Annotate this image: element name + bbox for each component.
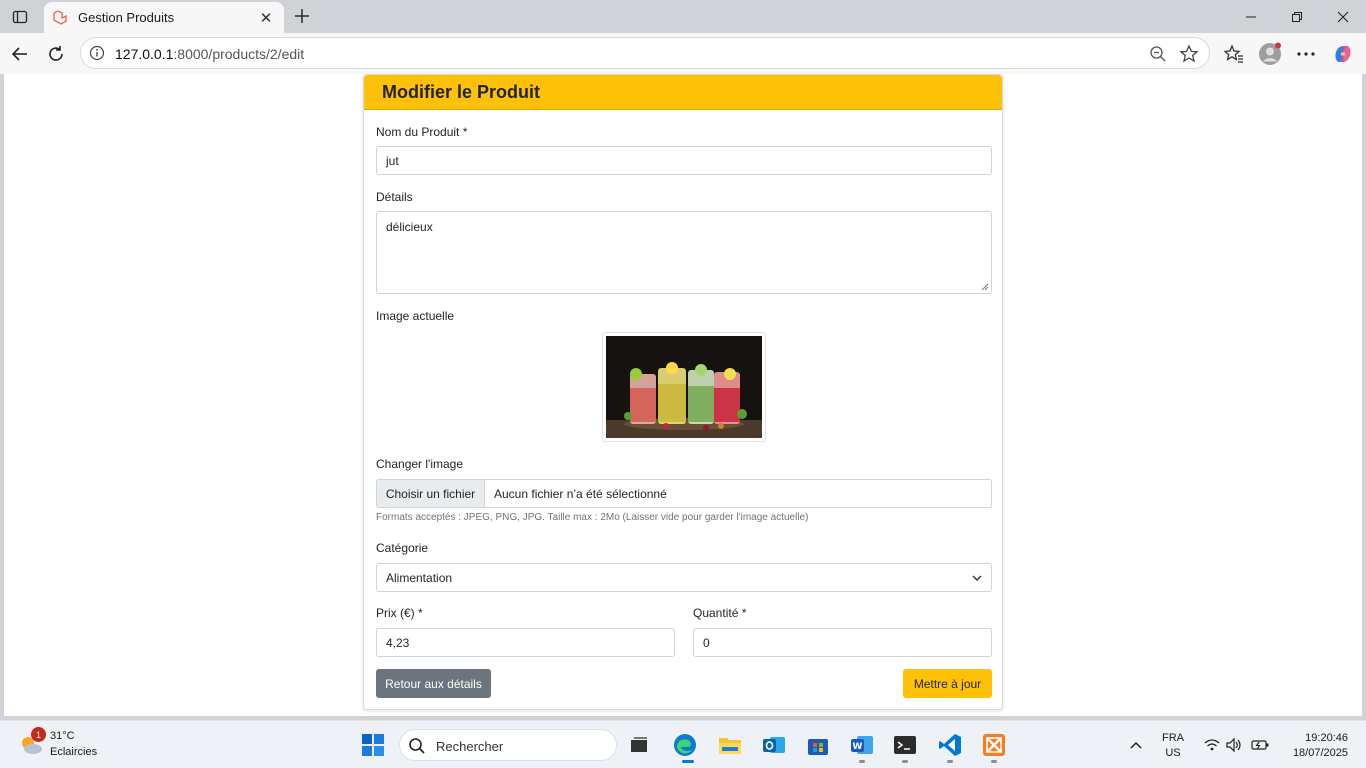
category-label: Catégorie [376,541,429,555]
edit-product-card: Modifier le Produit Nom du Produit * jut… [363,74,1003,710]
vscode-icon[interactable] [938,733,962,757]
terminal-icon[interactable] [893,733,917,757]
browser-tab[interactable]: Gestion Produits ✕ [44,2,284,33]
chevron-down-icon [972,574,982,581]
edge-browser-icon[interactable] [673,733,697,757]
favorites-icon[interactable] [1222,42,1246,66]
favorite-star-icon[interactable] [1179,44,1199,64]
new-tab-icon[interactable] [290,4,314,28]
no-file-text: Aucun fichier n’a été sélectionné [494,486,667,501]
word-icon[interactable]: W [850,733,874,757]
choose-file-button[interactable]: Choisir un fichier [377,480,485,507]
page-title: Modifier le Produit [382,81,541,102]
xampp-icon[interactable] [982,733,1006,757]
battery-charging-icon[interactable] [1248,733,1272,757]
taskbar-search[interactable]: Rechercher [399,729,617,761]
close-tab-icon[interactable]: ✕ [256,8,276,28]
copilot-icon[interactable] [1331,42,1355,66]
microsoft-store-icon[interactable] [806,733,830,757]
start-windows-icon[interactable] [361,733,385,757]
url-text: 127.0.0.1:8000/products/2/edit [115,46,305,62]
system-clock[interactable]: 19:20:46 18/07/2025 [1293,731,1348,761]
address-toolbar: 127.0.0.1:8000/products/2/edit [0,33,1366,74]
xampp-running-indicator [991,760,997,763]
back-to-details-button[interactable]: Retour aux détails [376,669,491,698]
reload-icon[interactable] [42,40,70,68]
category-value: Alimentation [386,570,453,585]
restore-icon[interactable] [1274,0,1320,33]
weather-badge: 1 [31,727,46,742]
change-image-label: Changer l'image [376,457,464,471]
terminal-running-indicator [902,760,908,763]
laravel-favicon-icon [52,9,68,26]
current-image-thumbnail [602,332,766,442]
task-view-icon[interactable] [627,733,651,757]
taskbar: 1 31°C Eclaircies Rechercher W FRA US 19… [0,720,1366,768]
update-button[interactable]: Mettre à jour [903,669,992,698]
wifi-icon[interactable] [1200,733,1224,757]
input-language-indicator[interactable]: FRA US [1162,731,1184,761]
show-hidden-icons-chevron-icon[interactable] [1124,733,1148,757]
profile-avatar-icon[interactable] [1258,42,1282,66]
details-text: délicieux [386,220,433,234]
price-label: Prix (€) * [376,606,423,620]
more-options-icon[interactable] [1294,42,1318,66]
file-hint: Formats acceptés : JPEG, PNG, JPG. Taill… [376,512,809,523]
close-window-icon[interactable] [1320,0,1366,33]
weather-condition: Eclaircies [50,746,98,758]
search-icon [409,738,425,754]
weather-widget[interactable]: 1 31°C Eclaircies [18,727,138,763]
search-placeholder: Rechercher [436,739,504,754]
tab-bar: Gestion Produits ✕ [0,0,1366,33]
file-input[interactable]: Choisir un fichier Aucun fichier n’a été… [376,479,992,508]
price-input[interactable]: 4,23 [376,628,675,657]
word-running-indicator [859,760,865,763]
tab-actions-icon[interactable] [8,6,32,28]
details-textarea[interactable]: délicieux [376,211,992,294]
product-photo [606,336,762,438]
volume-icon[interactable] [1222,733,1246,757]
card-header: Modifier le Produit [364,75,1002,110]
minimize-icon[interactable] [1228,0,1274,33]
svg-text:W: W [853,742,863,752]
name-input[interactable]: jut [376,146,992,175]
clock-date: 18/07/2025 [1292,747,1348,759]
edge-active-indicator [682,760,694,763]
name-label: Nom du Produit * [376,125,468,139]
vscode-running-indicator [947,760,953,763]
zoom-icon[interactable] [1149,45,1167,63]
current-image-label: Image actuelle [376,309,455,323]
quantity-label: Quantité * [693,606,747,620]
page-viewport: Modifier le Produit Nom du Produit * jut… [4,74,1362,716]
file-explorer-icon[interactable] [718,733,742,757]
resize-handle-icon[interactable] [981,283,989,291]
quantity-input[interactable]: 0 [693,628,992,657]
clock-time: 19:20:46 [1305,732,1348,744]
outlook-icon[interactable] [762,733,786,757]
back-icon[interactable] [6,40,34,68]
category-select[interactable]: Alimentation [376,563,992,592]
site-info-icon[interactable] [89,45,105,61]
keyboard-layout: US [1165,747,1181,759]
details-label: Détails [376,190,413,204]
weather-temperature: 31°C [50,730,75,742]
tab-title: Gestion Produits [78,10,175,25]
language-code: FRA [1162,732,1184,744]
url-bar[interactable]: 127.0.0.1:8000/products/2/edit [80,37,1210,69]
